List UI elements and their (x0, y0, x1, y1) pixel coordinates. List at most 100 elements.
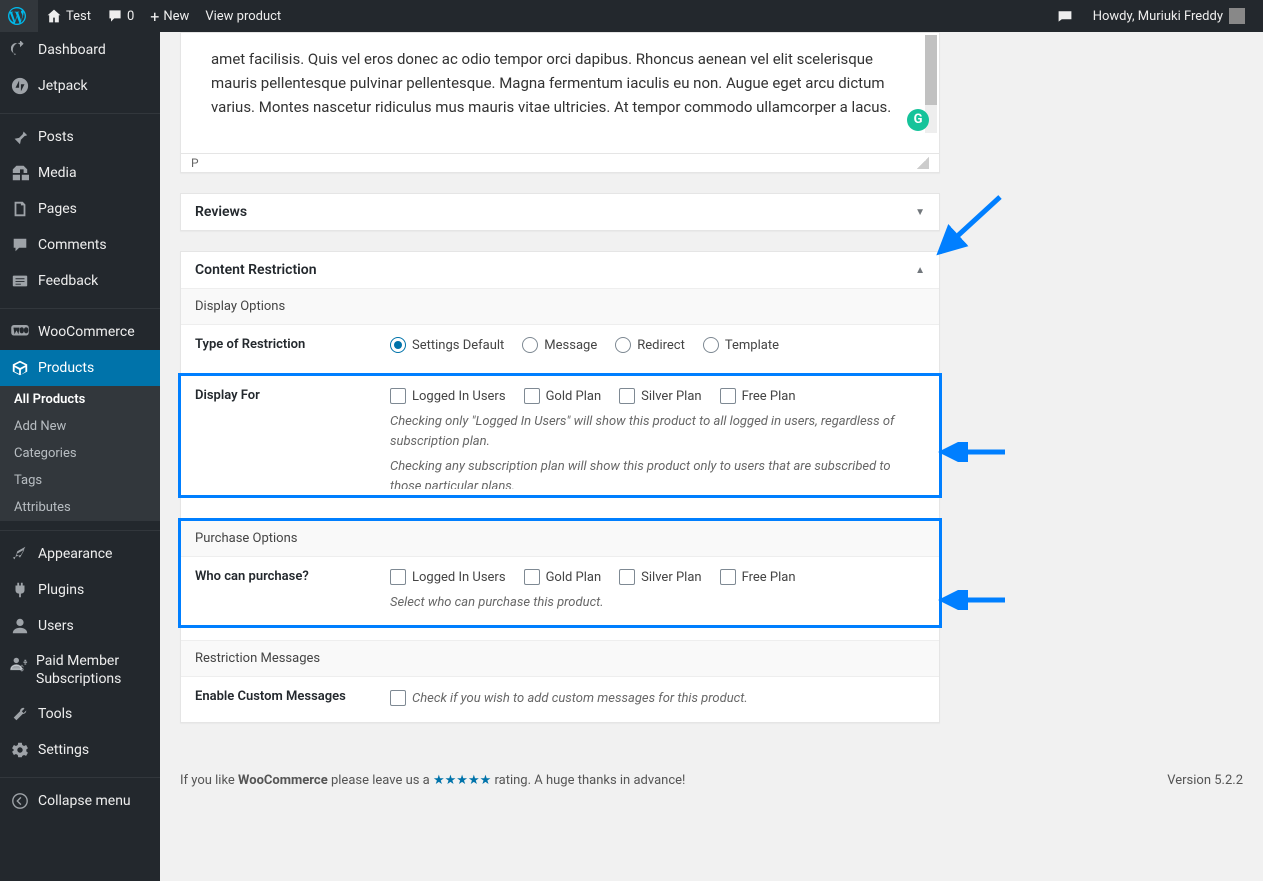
comment-icon (107, 8, 123, 24)
dashboard-icon (10, 40, 30, 60)
menu-products[interactable]: Products (0, 350, 160, 386)
purchase-silver-option[interactable]: Silver Plan (619, 569, 701, 585)
purchase-logged-in-checkbox[interactable] (390, 569, 406, 585)
site-name-text: Test (66, 9, 91, 24)
annotation-arrow-1 (930, 192, 1010, 262)
display-silver-option[interactable]: Silver Plan (619, 388, 701, 404)
menu-users[interactable]: Users (0, 608, 160, 644)
menu-dashboard[interactable]: Dashboard (0, 32, 160, 68)
submenu-categories[interactable]: Categories (0, 440, 160, 467)
submenu-tags[interactable]: Tags (0, 467, 160, 494)
enable-custom-option[interactable]: Check if you wish to add custom messages… (390, 689, 748, 709)
display-for-help-1: Checking only "Logged In Users" will sho… (390, 412, 925, 451)
restriction-redirect-option[interactable]: Redirect (615, 337, 685, 353)
editor-statusbar: P (181, 153, 939, 172)
site-name-link[interactable]: Test (38, 0, 99, 32)
restriction-default-option[interactable]: Settings Default (390, 337, 504, 353)
restriction-template-radio[interactable] (703, 337, 719, 353)
restriction-message-radio[interactable] (522, 337, 538, 353)
display-free-option[interactable]: Free Plan (720, 388, 796, 404)
new-link[interactable]: +New (142, 0, 197, 32)
annotation-arrow-3 (935, 590, 1015, 610)
restriction-default-radio[interactable] (390, 337, 406, 353)
editor-path[interactable]: P (191, 156, 199, 170)
submenu-add-new[interactable]: Add New (0, 413, 160, 440)
display-gold-checkbox[interactable] (524, 388, 540, 404)
display-logged-in-option[interactable]: Logged In Users (390, 388, 506, 404)
collapse-icon (10, 791, 30, 811)
display-logged-in-checkbox[interactable] (390, 388, 406, 404)
display-silver-checkbox[interactable] (619, 388, 635, 404)
menu-paid-member[interactable]: $Paid Member Subscriptions (0, 644, 160, 696)
my-account-link[interactable]: Howdy, Muriuki Freddy (1085, 0, 1253, 32)
who-purchase-help: Select who can purchase this product. (390, 593, 925, 613)
content-restriction-title: Content Restriction (195, 262, 317, 278)
purchase-options-section-header: Purchase Options (181, 521, 939, 557)
display-gold-option[interactable]: Gold Plan (524, 388, 602, 404)
view-product-text: View product (205, 9, 281, 24)
display-free-checkbox[interactable] (720, 388, 736, 404)
restriction-message-option[interactable]: Message (522, 337, 597, 353)
new-label: New (163, 9, 189, 24)
tools-icon (10, 704, 30, 724)
toggle-up-icon[interactable]: ▲ (915, 265, 925, 276)
description-editor: amet facilisis. Quis vel eros donec ac o… (180, 32, 940, 173)
comments-count: 0 (127, 9, 134, 24)
purchase-gold-checkbox[interactable] (524, 569, 540, 585)
menu-posts[interactable]: Posts (0, 119, 160, 155)
menu-woocommerce[interactable]: WooCommerce (0, 314, 160, 350)
display-for-row: Display For Logged In Users Gold Plan Si… (181, 376, 939, 495)
annotation-arrow-2 (935, 442, 1015, 462)
notifications-link[interactable] (1049, 0, 1085, 32)
menu-tools[interactable]: Tools (0, 696, 160, 732)
type-of-restriction-label: Type of Restriction (195, 337, 390, 352)
wp-logo[interactable] (0, 0, 38, 32)
reviews-postbox: Reviews ▼ (180, 193, 940, 231)
menu-pages[interactable]: Pages (0, 191, 160, 227)
display-for-help-2: Checking any subscription plan will show… (390, 457, 925, 489)
users-icon (10, 616, 30, 636)
content-restriction-header[interactable]: Content Restriction ▲ (181, 252, 939, 288)
jetpack-icon (10, 76, 30, 96)
menu-appearance[interactable]: Appearance (0, 536, 160, 572)
restriction-template-option[interactable]: Template (703, 337, 779, 353)
menu-plugins[interactable]: Plugins (0, 572, 160, 608)
editor-text: amet facilisis. Quis vel eros donec ac o… (211, 50, 891, 116)
toggle-down-icon[interactable]: ▼ (915, 207, 925, 218)
display-for-highlight: Display For Logged In Users Gold Plan Si… (178, 373, 942, 498)
editor-textarea[interactable]: amet facilisis. Quis vel eros donec ac o… (181, 33, 939, 153)
menu-feedback[interactable]: Feedback (0, 263, 160, 299)
menu-jetpack[interactable]: Jetpack (0, 68, 160, 104)
purchase-gold-option[interactable]: Gold Plan (524, 569, 602, 585)
avatar (1229, 8, 1245, 24)
collapse-menu[interactable]: Collapse menu (0, 783, 160, 819)
restriction-redirect-radio[interactable] (615, 337, 631, 353)
comments-link[interactable]: 0 (99, 0, 142, 32)
menu-settings[interactable]: Settings (0, 732, 160, 768)
purchase-silver-checkbox[interactable] (619, 569, 635, 585)
menu-media[interactable]: Media (0, 155, 160, 191)
editor-resize-handle[interactable] (917, 157, 929, 169)
appearance-icon (10, 544, 30, 564)
enable-custom-checkbox[interactable] (390, 690, 406, 706)
admin-menu: Dashboard Jetpack Posts Media Pages Comm… (0, 32, 160, 881)
admin-bar: Test 0 +New View product Howdy, Muriuki … (0, 0, 1263, 32)
reviews-header[interactable]: Reviews ▼ (181, 194, 939, 230)
footer-rating-link[interactable]: ★★★★★ (433, 773, 491, 788)
plugins-icon (10, 580, 30, 600)
submenu-attributes[interactable]: Attributes (0, 494, 160, 521)
display-for-label: Display For (195, 388, 390, 403)
who-purchase-label: Who can purchase? (195, 569, 390, 584)
submenu-all-products[interactable]: All Products (0, 386, 160, 413)
menu-comments[interactable]: Comments (0, 227, 160, 263)
grammarly-icon[interactable]: G (907, 109, 929, 131)
home-icon (46, 8, 62, 24)
enable-custom-label: Enable Custom Messages (195, 689, 390, 704)
purchase-logged-in-option[interactable]: Logged In Users (390, 569, 506, 585)
purchase-free-checkbox[interactable] (720, 569, 736, 585)
wordpress-icon (8, 7, 26, 25)
view-product-link[interactable]: View product (197, 0, 289, 32)
speech-icon (1057, 8, 1073, 24)
purchase-free-option[interactable]: Free Plan (720, 569, 796, 585)
enable-custom-messages-row: Enable Custom Messages Check if you wish… (181, 677, 939, 723)
